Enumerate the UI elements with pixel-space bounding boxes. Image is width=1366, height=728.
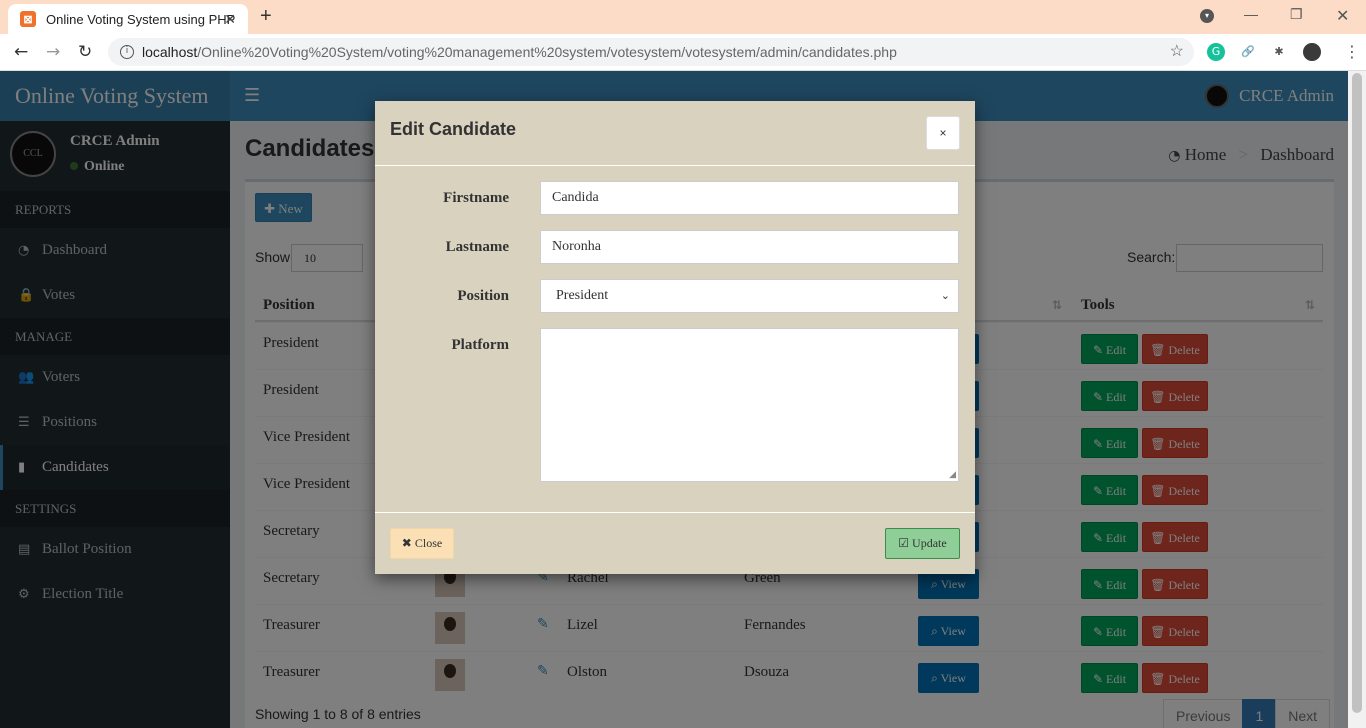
- check-square-icon: ☑: [898, 536, 913, 550]
- minimize-icon[interactable]: —: [1244, 6, 1258, 22]
- profile-avatar[interactable]: [1303, 43, 1321, 61]
- link-extension-icon[interactable]: 🔗: [1239, 43, 1257, 61]
- tab-title: Online Voting System using PHP: [46, 11, 236, 27]
- position-label: Position: [457, 288, 509, 304]
- back-icon[interactable]: ←: [14, 42, 28, 62]
- resize-handle-icon[interactable]: ◢: [949, 470, 956, 480]
- browser-tab-strip: ⊠ Online Voting System using PHP ✕ + ▾ —…: [0, 0, 1366, 34]
- platform-label: Platform: [451, 337, 509, 353]
- lastname-field[interactable]: Noronha: [540, 230, 959, 264]
- restore-icon[interactable]: ❐: [1290, 6, 1303, 23]
- edit-candidate-modal: Edit Candidate × Firstname Candida Lastn…: [375, 101, 975, 574]
- position-select[interactable]: President ⌄: [540, 279, 959, 313]
- lastname-label: Lastname: [445, 239, 509, 255]
- reload-icon[interactable]: ↻: [78, 42, 92, 62]
- close-icon: ✖: [401, 536, 415, 550]
- update-button[interactable]: ☑ Update: [885, 528, 960, 559]
- modal-divider: [375, 165, 975, 166]
- close-button[interactable]: ✖ Close: [390, 528, 454, 559]
- address-bar[interactable]: i localhost/Online%20Voting%20System/vot…: [108, 38, 1194, 66]
- download-indicator-icon[interactable]: ▾: [1200, 9, 1214, 23]
- position-select-value: President: [556, 288, 609, 303]
- bookmark-star-icon[interactable]: ☆: [1170, 38, 1184, 66]
- firstname-field[interactable]: Candida: [540, 181, 959, 215]
- firstname-label: Firstname: [443, 190, 509, 206]
- chevron-down-icon: ⌄: [940, 289, 950, 302]
- modal-divider: [375, 512, 975, 513]
- extensions-puzzle-icon[interactable]: ✱: [1270, 43, 1288, 61]
- forward-icon[interactable]: →: [46, 42, 60, 62]
- browser-tab[interactable]: ⊠ Online Voting System using PHP ✕: [8, 4, 248, 34]
- page-scrollbar[interactable]: [1348, 71, 1366, 728]
- tab-close-icon[interactable]: ✕: [224, 11, 236, 28]
- grammarly-extension-icon[interactable]: G: [1207, 43, 1225, 61]
- platform-textarea[interactable]: ◢: [540, 328, 959, 482]
- modal-title: Edit Candidate: [390, 119, 517, 139]
- url-host: localhost: [142, 44, 198, 60]
- browser-menu-icon[interactable]: ⋮: [1344, 42, 1360, 61]
- modal-close-button[interactable]: ×: [926, 116, 960, 150]
- url-path: /Online%20Voting%20System/voting%20manag…: [197, 44, 897, 60]
- xampp-favicon-icon: ⊠: [20, 11, 36, 27]
- window-close-icon[interactable]: ✕: [1336, 6, 1349, 26]
- scrollbar-thumb[interactable]: [1352, 73, 1362, 713]
- site-info-icon[interactable]: i: [120, 45, 134, 59]
- browser-toolbar: ← → ↻ i localhost/Online%20Voting%20Syst…: [0, 34, 1366, 71]
- new-tab-icon[interactable]: +: [260, 5, 272, 28]
